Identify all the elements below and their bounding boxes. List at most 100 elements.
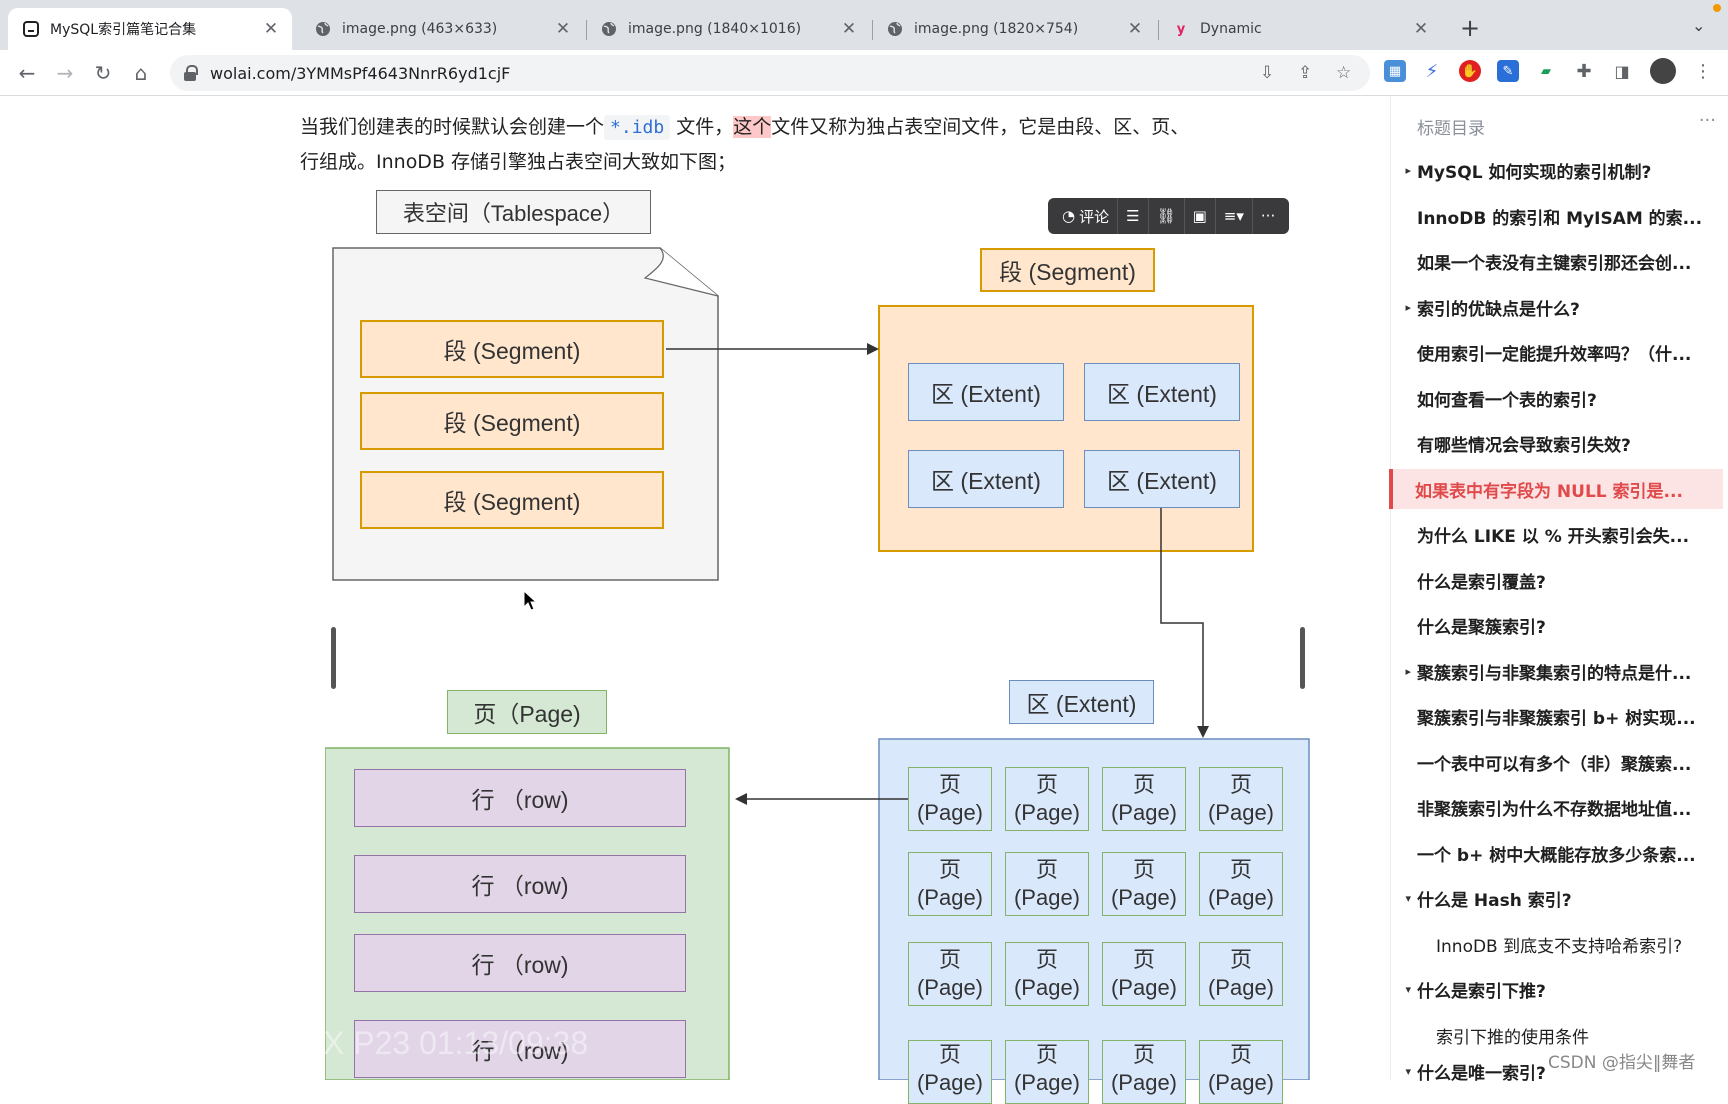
- page-box: 页 (Page): [908, 942, 992, 1006]
- toc-item[interactable]: 如果一个表没有主键索引那还会创...: [1391, 241, 1721, 281]
- caret-icon[interactable]: ▾: [1391, 983, 1417, 996]
- tab-dynamic[interactable]: y Dynamic ✕: [1158, 8, 1442, 50]
- caret-icon[interactable]: ▸: [1391, 164, 1417, 177]
- side-panel-icon[interactable]: ◨: [1611, 60, 1633, 82]
- toc-item[interactable]: 如何查看一个表的索引?: [1391, 378, 1721, 418]
- profile-avatar[interactable]: [1650, 58, 1676, 84]
- close-icon[interactable]: ✕: [1126, 19, 1144, 39]
- extension-adblock-icon[interactable]: ✋: [1459, 60, 1481, 82]
- tab-mysql-notes[interactable]: MySQL索引篇笔记合集 ✕: [8, 8, 292, 50]
- tab-image-2[interactable]: image.png (1840×1016) ✕: [586, 8, 870, 50]
- close-icon[interactable]: ✕: [554, 19, 572, 39]
- extent-box: 区 (Extent): [1084, 363, 1240, 421]
- image-resize-handle-left[interactable]: [331, 627, 336, 689]
- toc-item[interactable]: InnoDB 的索引和 MyISAM 的索...: [1391, 196, 1721, 236]
- toc-item[interactable]: 聚簇索引与非聚簇索引 b+ 树实现...: [1391, 696, 1721, 736]
- page-box: 页 (Page): [908, 1040, 992, 1104]
- browser-tab-strip: MySQL索引篇笔记合集 ✕ image.png (463×633) ✕ ima…: [0, 0, 1728, 50]
- segment-box: 段 (Segment): [360, 392, 664, 450]
- toc-item[interactable]: 一个 b+ 树中大概能存放多少条索...: [1391, 833, 1721, 873]
- close-icon[interactable]: ✕: [840, 19, 858, 39]
- toc-item[interactable]: 什么是索引覆盖?: [1391, 560, 1721, 600]
- address-bar[interactable]: wolai.com/3YMMsPf4643NnrR6yd1cjF ⇩ ⇪ ☆: [170, 55, 1370, 91]
- more-icon[interactable]: ···: [1253, 198, 1283, 234]
- toc-item[interactable]: 什么是聚簇索引?: [1391, 605, 1721, 645]
- toc-item-label: 索引的优缺点是什么?: [1417, 299, 1580, 320]
- comment-icon: ◔: [1062, 207, 1076, 225]
- tablespace-diagram[interactable]: 表空间（Tablespace） 段 (Segment) 段 (Segment) …: [325, 190, 1313, 1104]
- caret-icon[interactable]: ▾: [1391, 892, 1417, 905]
- toc-item[interactable]: ▾ 什么是 Hash 索引?: [1391, 878, 1721, 918]
- toc-item-label: InnoDB 的索引和 MyISAM 的索...: [1417, 208, 1703, 229]
- page-box: 页 (Page): [1199, 852, 1283, 916]
- toc-item-label: 如果表中有字段为 NULL 索引是...: [1415, 481, 1683, 502]
- forward-arrow-icon[interactable]: →: [50, 58, 80, 88]
- bookmark-star-icon[interactable]: ☆: [1336, 63, 1351, 83]
- toc-item-label: 什么是索引下推?: [1417, 981, 1546, 1002]
- globe-icon: [314, 20, 332, 38]
- toc-item[interactable]: 有哪些情况会导致索引失效?: [1391, 423, 1721, 463]
- toc-item[interactable]: 一个表中可以有多个（非）聚簇索...: [1391, 742, 1721, 782]
- install-app-icon[interactable]: ⇩: [1260, 63, 1274, 83]
- page-box: 页 (Page): [1005, 1040, 1089, 1104]
- extent-label: 区 (Extent): [1009, 680, 1154, 724]
- comment-button[interactable]: ◔ 评论: [1054, 198, 1119, 234]
- close-icon[interactable]: ✕: [1412, 19, 1430, 39]
- bilibili-logo: bilibili: [22, 1016, 121, 1054]
- back-arrow-icon[interactable]: ←: [12, 58, 42, 88]
- link-icon[interactable]: ⛓: [1149, 198, 1185, 234]
- extension-leaf-icon[interactable]: ▰: [1535, 60, 1557, 82]
- caption-icon[interactable]: ☰: [1118, 198, 1149, 234]
- caret-icon[interactable]: ▸: [1391, 665, 1417, 678]
- toc-item-label: 一个 b+ 树中大概能存放多少条索...: [1417, 845, 1696, 866]
- image-icon[interactable]: ▣: [1185, 198, 1216, 234]
- tablespace-label: 表空间（Tablespace）: [376, 190, 651, 234]
- tab-image-1[interactable]: image.png (463×633) ✕: [300, 8, 584, 50]
- extent-box: 区 (Extent): [1084, 450, 1240, 508]
- toc-item-label: 一个表中可以有多个（非）聚簇索...: [1417, 754, 1692, 775]
- reload-icon[interactable]: ↻: [88, 58, 118, 88]
- extent-box: 区 (Extent): [908, 450, 1064, 508]
- globe-icon: [886, 20, 904, 38]
- toc-item[interactable]: ▸ 索引的优缺点是什么?: [1391, 287, 1721, 327]
- toc-item[interactable]: 非聚簇索引为什么不存数据地址值...: [1391, 787, 1721, 827]
- toc-item-label: 为什么 LIKE 以 % 开头索引会失...: [1417, 526, 1690, 547]
- page-box: 页 (Page): [1005, 942, 1089, 1006]
- chevron-down-icon[interactable]: ⌄: [1692, 16, 1705, 35]
- toc-item[interactable]: 使用索引一定能提升效率吗？（什...: [1391, 332, 1721, 372]
- align-icon[interactable]: ≡▾: [1216, 198, 1253, 234]
- toc-subitem[interactable]: InnoDB 到底支不支持哈希索引?: [1391, 924, 1721, 964]
- toc-item-label: 聚簇索引与非聚簇索引 b+ 树实现...: [1417, 708, 1696, 729]
- caret-icon[interactable]: ▸: [1391, 301, 1417, 314]
- toc-item-label: 什么是索引覆盖?: [1417, 572, 1546, 593]
- image-resize-handle-right[interactable]: [1300, 627, 1305, 689]
- toc-item-active[interactable]: 如果表中有字段为 NULL 索引是...: [1389, 469, 1723, 509]
- tab-title: MySQL索引篇笔记合集: [50, 22, 197, 38]
- more-icon[interactable]: ···: [1699, 110, 1716, 131]
- kebab-menu-icon[interactable]: ⋮: [1692, 60, 1714, 82]
- extensions-puzzle-icon[interactable]: ✚: [1573, 60, 1595, 82]
- paragraph: 当我们创建表的时候默认会创建一个 *.idb 文件，这个文件又称为独占表空间文件，…: [300, 110, 1300, 145]
- extension-edit-icon[interactable]: ✎: [1497, 60, 1519, 82]
- toc-item[interactable]: ▾ 什么是索引下推?: [1391, 969, 1721, 1009]
- mouse-cursor-icon: [523, 590, 537, 611]
- home-icon[interactable]: ⌂: [126, 58, 156, 88]
- close-icon[interactable]: ✕: [262, 19, 280, 39]
- extent-box: 区 (Extent): [908, 363, 1064, 421]
- share-icon[interactable]: ⇪: [1298, 63, 1312, 83]
- toc-item-label: 使用索引一定能提升效率吗？（什...: [1417, 344, 1692, 365]
- toc-item-label: 索引下推的使用条件: [1436, 1027, 1589, 1048]
- tab-image-3[interactable]: image.png (1820×754) ✕: [872, 8, 1156, 50]
- segment-box: 段 (Segment): [360, 471, 664, 529]
- image-floating-toolbar: ◔ 评论 ☰ ⛓ ▣ ≡▾ ···: [1048, 198, 1290, 234]
- caret-icon[interactable]: ▾: [1391, 1065, 1417, 1078]
- toc-item[interactable]: ▸ 聚簇索引与非聚集索引的特点是什...: [1391, 651, 1721, 691]
- toc-item-label: 聚簇索引与非聚集索引的特点是什...: [1417, 663, 1692, 684]
- inline-code: *.idb: [604, 115, 671, 140]
- new-tab-button[interactable]: +: [1460, 14, 1480, 42]
- extension-bolt-icon[interactable]: ⚡: [1421, 60, 1443, 82]
- row-box: 行 （row): [354, 855, 686, 913]
- toc-item[interactable]: 为什么 LIKE 以 % 开头索引会失...: [1391, 514, 1721, 554]
- extension-map-icon[interactable]: ▦: [1384, 60, 1406, 82]
- toc-item[interactable]: ▸ MySQL 如何实现的索引机制?: [1391, 150, 1721, 190]
